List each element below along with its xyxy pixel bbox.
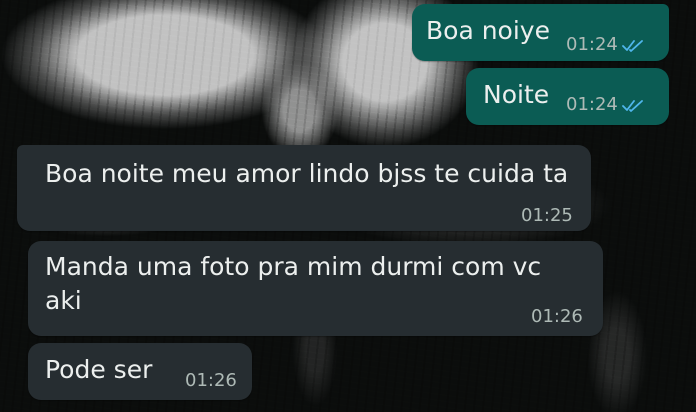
message-time: 01:24 [566,34,618,55]
message-text: Boa noite meu amor lindo bjss te cuida t… [45,159,569,188]
message-meta: 01:24 [566,95,643,115]
chat-thread[interactable]: Boa noiye 01:24 Noite 01:24 Boa noite me… [0,0,696,412]
message-text: Pode ser [45,355,153,384]
outgoing-message-bubble[interactable]: Boa noiye 01:24 [412,4,669,61]
message-meta: 01:24 [566,35,643,55]
incoming-message-bubble[interactable]: Manda uma foto pra mim durmi com vc aki … [28,241,603,336]
message-time: 01:26 [531,306,583,327]
double-check-read-icon [621,39,643,52]
message-time: 01:24 [566,94,618,115]
incoming-message-bubble[interactable]: Boa noite meu amor lindo bjss te cuida t… [17,145,591,231]
message-text: Noite [483,80,550,109]
message-text: Manda uma foto pra mim durmi com vc aki [45,252,542,315]
incoming-message-bubble[interactable]: Pode ser 01:26 [28,343,252,400]
message-time: 01:25 [521,205,573,226]
outgoing-message-bubble[interactable]: Noite 01:24 [466,68,669,125]
message-meta: 01:25 [521,206,573,226]
message-text: Boa noiye [426,16,550,45]
message-meta: 01:26 [531,307,583,327]
message-time: 01:26 [185,370,237,391]
double-check-read-icon [621,99,643,112]
message-meta: 01:26 [185,371,237,391]
